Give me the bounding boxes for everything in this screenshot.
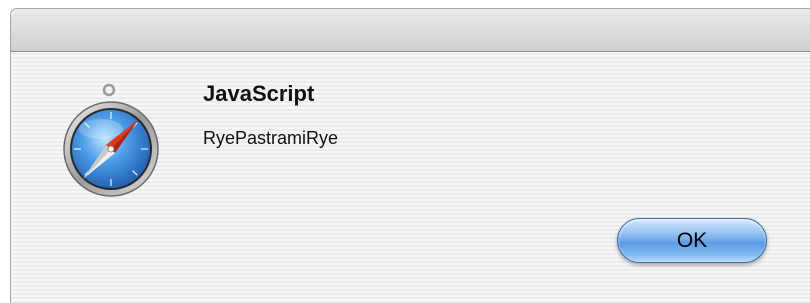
ok-button-label: OK [676,228,708,252]
title-bar[interactable] [11,9,810,52]
alert-dialog: JavaScript RyePastramiRye OK [10,8,810,303]
dialog-title: JavaScript [203,81,315,106]
ok-button[interactable]: OK [617,218,767,263]
dialog-message: RyePastramiRye [203,128,339,148]
safari-compass-icon [59,81,169,205]
